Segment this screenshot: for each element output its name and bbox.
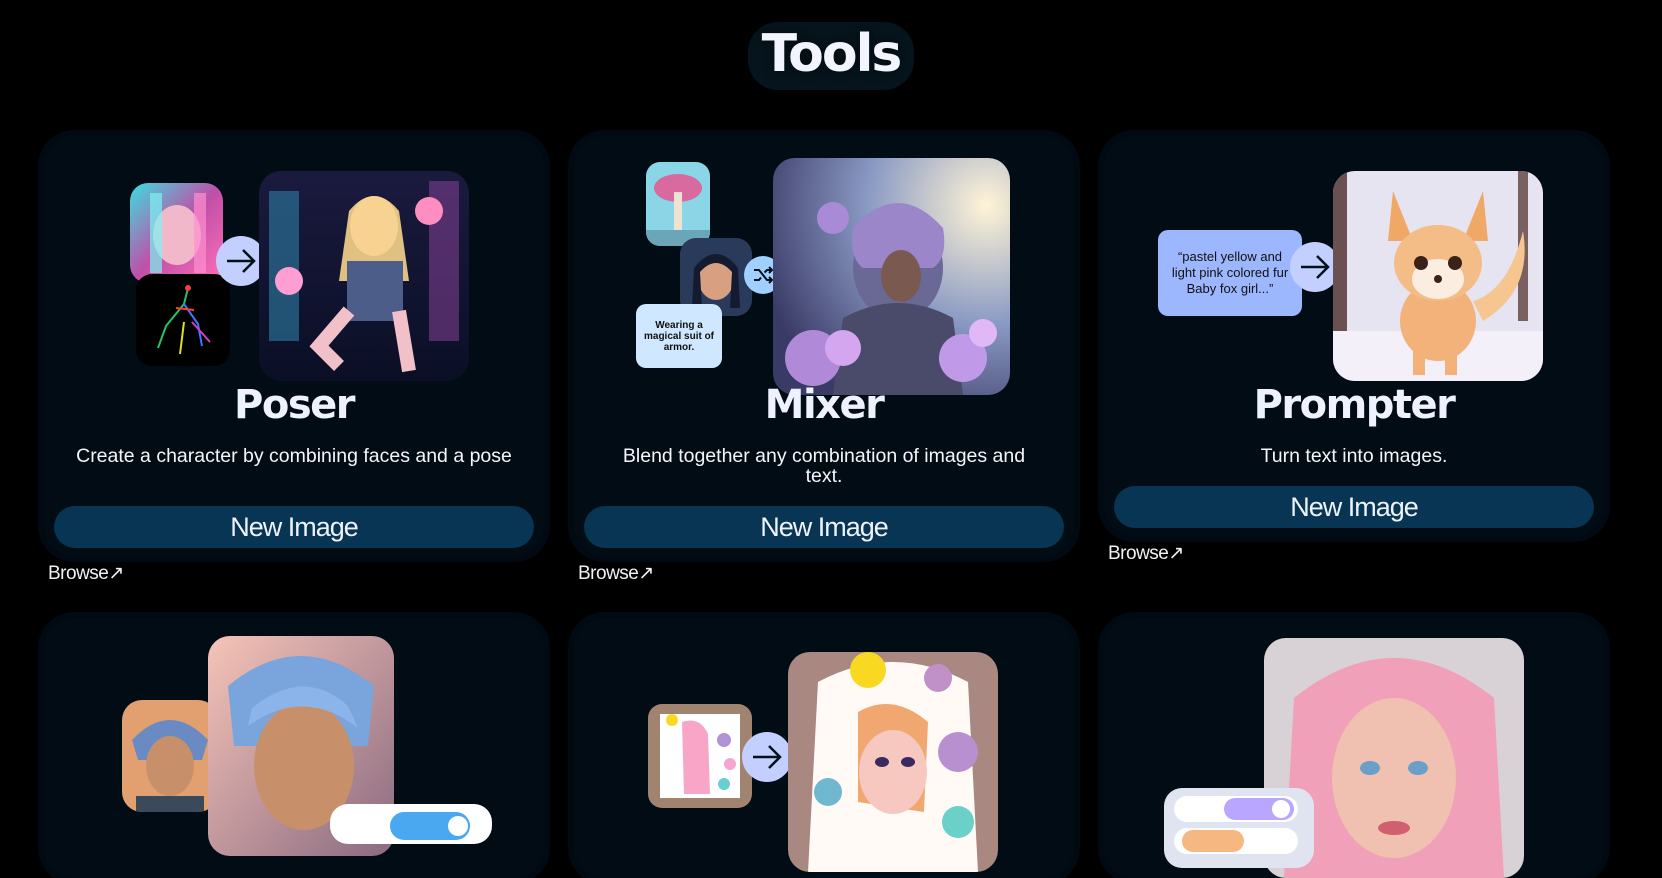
mushroom-thumbnail xyxy=(646,162,710,246)
pattern-result-image xyxy=(788,652,998,872)
toggle-switch[interactable] xyxy=(330,804,492,844)
tool-card-prompter[interactable]: “pastel yellow and light pink colored fu… xyxy=(1104,136,1604,536)
browse-link[interactable]: Browse↗ xyxy=(48,562,124,585)
prompter-result-image xyxy=(1333,171,1543,381)
new-image-button[interactable]: New Image xyxy=(54,506,534,548)
tool-card-6[interactable] xyxy=(1104,618,1604,878)
tool-name: Prompter xyxy=(1253,382,1456,428)
tool-card-mixer[interactable]: Wearing a magical suit of armor. Mixer B… xyxy=(574,136,1074,556)
arrow-right-icon xyxy=(742,732,792,782)
tool-card-poser[interactable]: Poser Create a character by combining fa… xyxy=(44,136,544,556)
tool-name: Mixer xyxy=(764,382,885,428)
poser-artwork xyxy=(44,136,544,396)
tool-card-4[interactable] xyxy=(44,618,544,878)
mixer-result-image xyxy=(773,158,1010,395)
toggle-switch[interactable] xyxy=(1164,788,1314,868)
tool-description: Blend together any combination of images… xyxy=(622,445,1026,487)
prompter-artwork: “pastel yellow and light pink colored fu… xyxy=(1104,136,1604,396)
browse-link[interactable]: Browse↗ xyxy=(578,562,654,585)
prompt-bubble: Wearing a magical suit of armor. xyxy=(636,304,722,368)
poser-result-image xyxy=(259,171,469,381)
tool-card-5[interactable] xyxy=(574,618,1074,878)
pose-skeleton-thumbnail xyxy=(136,274,230,366)
new-image-button[interactable]: New Image xyxy=(584,506,1064,548)
mixer-artwork: Wearing a magical suit of armor. xyxy=(574,136,1074,396)
browse-link[interactable]: Browse↗ xyxy=(1108,542,1184,565)
tool-description: Create a character by combining faces an… xyxy=(76,445,512,467)
tool-name: Poser xyxy=(234,382,355,428)
face-thumbnail xyxy=(130,183,223,283)
portrait-thumbnail xyxy=(122,700,218,812)
pattern-thumbnail xyxy=(648,704,752,808)
new-image-button[interactable]: New Image xyxy=(1114,486,1594,528)
page-title: Tools xyxy=(747,22,915,90)
text-prompt-bubble: “pastel yellow and light pink colored fu… xyxy=(1158,230,1302,316)
tool-description: Turn text into images. xyxy=(1260,445,1448,467)
title-wrapper: Tools xyxy=(0,22,1662,90)
